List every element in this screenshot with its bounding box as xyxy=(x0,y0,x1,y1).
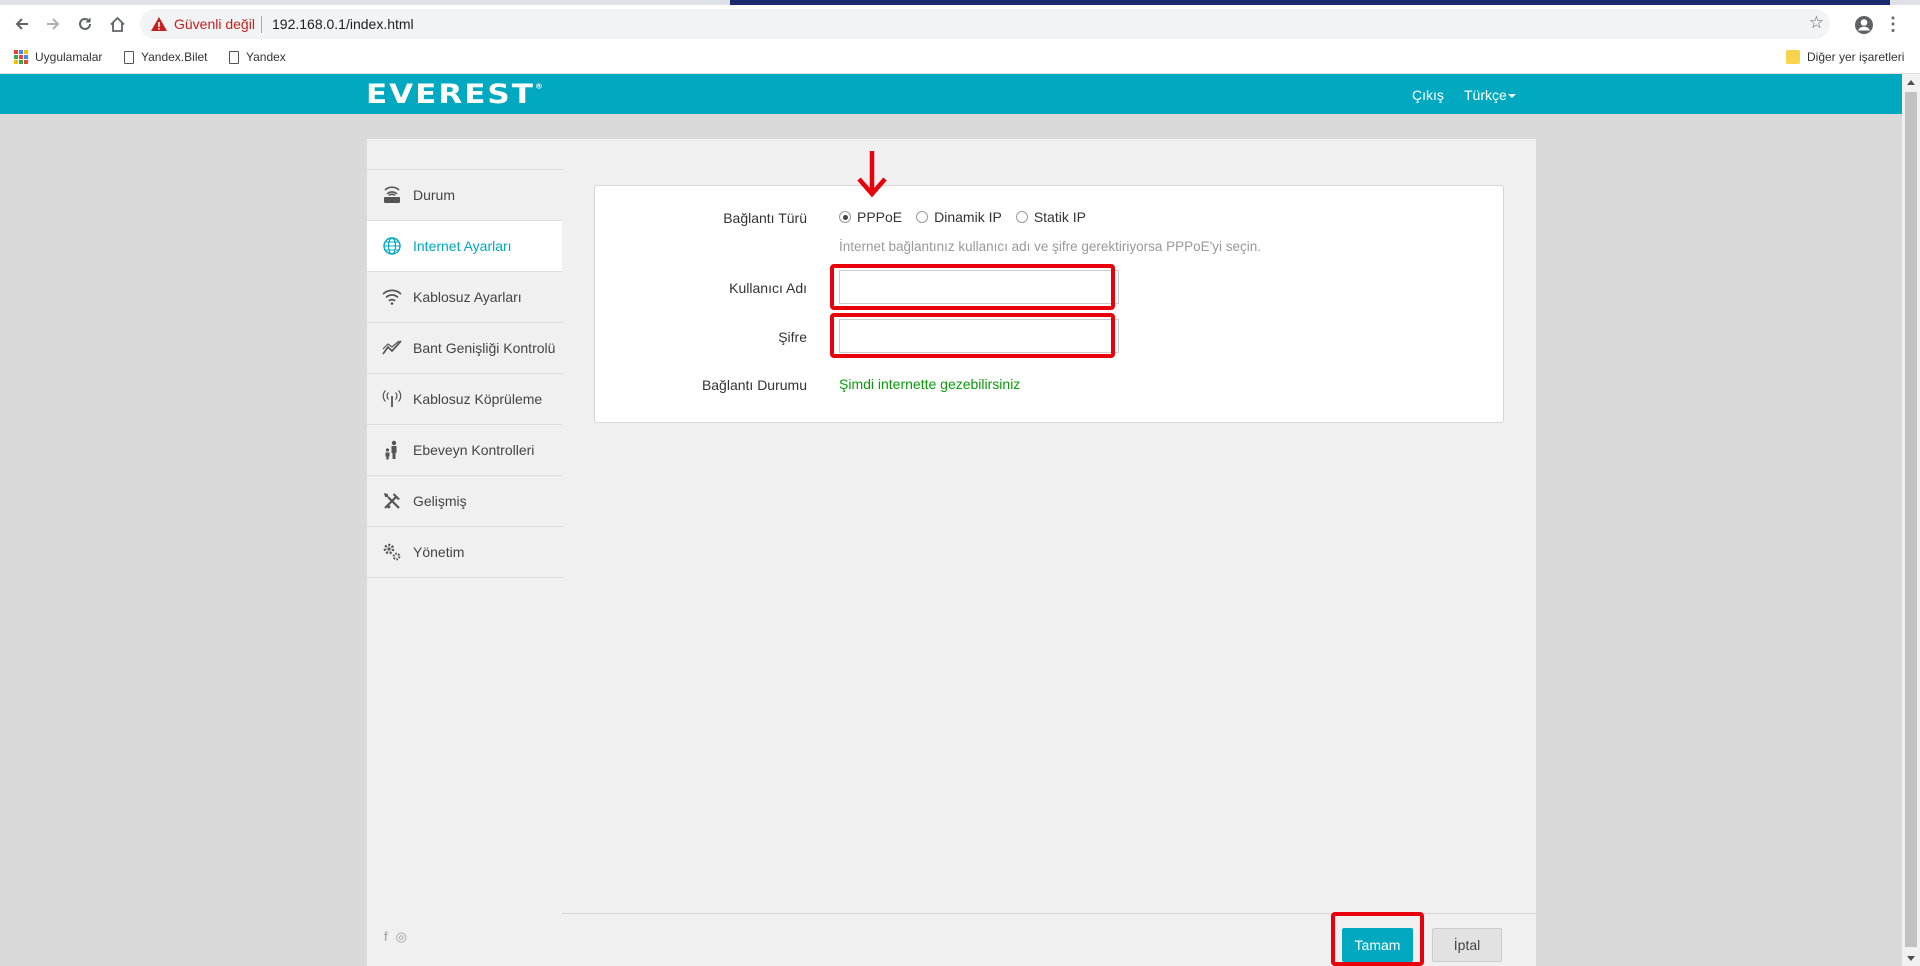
parent-child-icon xyxy=(381,439,403,461)
gears-icon xyxy=(381,541,403,563)
reload-icon xyxy=(79,17,91,30)
scroll-down-button[interactable] xyxy=(1902,950,1920,966)
sidebar: Durum Internet Ayarları Kablosuz Ayarlar… xyxy=(367,139,562,966)
language-dropdown[interactable]: Türkçe xyxy=(1464,87,1516,103)
connection-status-value: Şimdi internette gezebilirsiniz xyxy=(839,376,1021,392)
bookmark-star-icon[interactable]: ☆ xyxy=(1809,13,1824,33)
sidebar-item-label: Internet Ayarları xyxy=(413,238,512,254)
apps-icon xyxy=(14,50,28,64)
scroll-up-button[interactable] xyxy=(1902,74,1920,90)
url-text[interactable]: 192.168.0.1/index.html xyxy=(272,16,414,32)
sidebar-item-kablosuz-ayarlari[interactable]: Kablosuz Ayarları xyxy=(367,272,562,323)
connection-type-label: Bağlantı Türü xyxy=(723,210,807,226)
sidebar-item-label: Yönetim xyxy=(413,544,465,560)
home-icon xyxy=(109,16,125,32)
registered-mark: ® xyxy=(534,82,543,91)
sidebar-item-durum[interactable]: Durum xyxy=(367,170,562,221)
caret-down-icon xyxy=(1507,94,1516,99)
radio-label: Statik IP xyxy=(1033,209,1086,225)
home-button[interactable] xyxy=(103,10,131,38)
page-scrollbar[interactable] xyxy=(1902,74,1920,966)
password-highlight-box xyxy=(830,313,1115,358)
scroll-down-arrow-icon xyxy=(1907,955,1915,961)
sidebar-item-bant-genisligi[interactable]: Bant Genişliği Kontrolü xyxy=(367,323,562,374)
social-links: f ◎ xyxy=(384,929,407,945)
instagram-icon[interactable]: ◎ xyxy=(396,929,407,945)
sidebar-item-label: Kablosuz Ayarları xyxy=(413,289,522,305)
folder-icon xyxy=(1786,50,1800,64)
globe-icon xyxy=(381,235,403,257)
bookmark-label: Yandex xyxy=(246,50,286,64)
radio-pppoe-control[interactable] xyxy=(839,211,851,223)
bookmark-apps[interactable]: Uygulamalar xyxy=(14,50,102,64)
sidebar-menu: Durum Internet Ayarları Kablosuz Ayarlar… xyxy=(367,169,562,578)
password-label: Şifre xyxy=(778,329,807,345)
bookmark-yandex[interactable]: Yandex xyxy=(229,50,286,64)
page-icon xyxy=(229,50,239,64)
sidebar-item-internet-ayarlari[interactable]: Internet Ayarları xyxy=(367,221,562,272)
tools-icon xyxy=(381,490,403,512)
forward-arrow-icon xyxy=(47,18,60,30)
wifi-icon xyxy=(381,286,403,308)
other-bookmarks-label: Diğer yer işaretleri xyxy=(1807,50,1905,64)
sidebar-item-label: Ebeveyn Kontrolleri xyxy=(413,442,535,458)
pppoe-hint: İnternet bağlantınız kullanıcı adı ve şi… xyxy=(839,239,1262,254)
warning-icon xyxy=(151,17,167,31)
bookmark-label: Uygulamalar xyxy=(35,50,103,64)
radio-label: Dinamik IP xyxy=(934,209,1002,225)
sidebar-item-label: Kablosuz Köprüleme xyxy=(413,391,543,407)
ok-highlight-box xyxy=(1331,912,1424,966)
sidebar-item-label: Gelişmiş xyxy=(413,493,467,509)
radio-statik-ip[interactable]: Statik IP xyxy=(1015,209,1086,225)
scroll-up-arrow-icon xyxy=(1907,79,1915,85)
browser-menu-icon[interactable]: ⋮ xyxy=(1884,13,1902,37)
everest-logo: EVEREST® xyxy=(366,79,543,110)
back-button[interactable] xyxy=(8,10,36,38)
sidebar-item-ebeveyn-kontrolleri[interactable]: Ebeveyn Kontrolleri xyxy=(367,425,562,476)
bookmark-label: Yandex.Bilet xyxy=(141,50,208,64)
red-down-arrow-icon xyxy=(857,151,887,198)
address-separator xyxy=(261,16,262,33)
logout-link[interactable]: Çıkış xyxy=(1412,87,1444,103)
radio-dinamik-ip-control[interactable] xyxy=(916,211,929,223)
bookmarks-bar: Uygulamalar Yandex.Bilet Yandex Diğer ye… xyxy=(0,43,1920,74)
radio-dinamik-ip[interactable]: Dinamik IP xyxy=(916,209,1002,225)
chart-line-icon xyxy=(381,337,403,359)
username-label: Kullanıcı Adı xyxy=(729,280,807,296)
radio-pppoe[interactable]: PPPoE xyxy=(839,209,902,225)
connection-status-label: Bağlantı Durumu xyxy=(701,377,807,393)
sidebar-item-label: Bant Genişliği Kontrolü xyxy=(413,340,556,356)
sidebar-item-label: Durum xyxy=(413,187,456,203)
radio-statik-ip-control[interactable] xyxy=(1015,211,1028,223)
browser-toolbar: Güvenli değil 192.168.0.1/index.html ☆ ⋮ xyxy=(0,5,1920,43)
router-icon xyxy=(381,184,403,206)
router-header: EVEREST® Çıkış Türkçe xyxy=(0,74,1902,114)
logo-text: EVEREST xyxy=(366,79,535,110)
connection-type-radio-group: PPPoE Dinamik IP Statik IP xyxy=(839,209,1100,225)
sidebar-item-kablosuz-kopruleme[interactable]: Kablosuz Köprüleme xyxy=(367,374,562,425)
profile-icon[interactable] xyxy=(1853,14,1875,36)
reload-button[interactable] xyxy=(71,10,99,38)
sidebar-item-yonetim[interactable]: Yönetim xyxy=(367,527,562,578)
other-bookmarks[interactable]: Diğer yer işaretleri xyxy=(1786,50,1904,64)
sidebar-item-gelismis[interactable]: Gelişmiş xyxy=(367,476,562,527)
username-highlight-box xyxy=(830,264,1115,310)
scrollbar-thumb[interactable] xyxy=(1905,92,1917,947)
page-icon xyxy=(124,50,134,64)
facebook-icon[interactable]: f xyxy=(384,929,388,945)
language-label: Türkçe xyxy=(1464,87,1507,103)
forward-button[interactable] xyxy=(39,10,67,38)
antenna-icon xyxy=(381,388,403,410)
not-secure-label[interactable]: Güvenli değil xyxy=(174,16,255,32)
bookmark-yandex-bilet[interactable]: Yandex.Bilet xyxy=(124,50,208,64)
cancel-button[interactable]: İptal xyxy=(1432,928,1502,962)
back-arrow-icon xyxy=(15,18,28,30)
radio-label: PPPoE xyxy=(857,209,903,225)
address-bar[interactable]: Güvenli değil 192.168.0.1/index.html ☆ xyxy=(140,9,1830,39)
